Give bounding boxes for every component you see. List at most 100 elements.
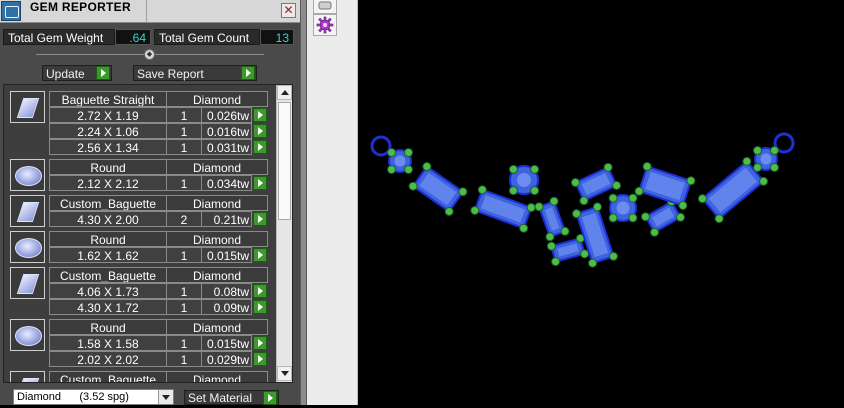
prong [612,180,622,190]
gem-size-cell: 2.56 X 1.34 [49,139,167,155]
gem-weight-cell: 0.016tw [201,123,252,139]
vertical-scrollbar[interactable] [276,85,292,382]
select-gem-arrow-icon[interactable] [253,336,267,350]
scroll-down-arrow-icon[interactable] [277,366,292,381]
set-material-arrow-icon [263,391,277,405]
select-gem-arrow-icon[interactable] [253,352,267,366]
gem-reporter-app-icon [1,1,21,21]
select-gem-arrow-icon[interactable] [253,124,267,138]
prong [422,162,432,172]
gem-weight-cell: 0.21tw [201,211,252,227]
gem-qty-cell: 1 [166,175,202,191]
prong [603,162,613,172]
material-select[interactable]: Diamond (3.52 spg) [13,389,174,405]
prong [545,232,555,242]
gem-size-cell: 1.62 X 1.62 [49,247,167,263]
gem-settings-button[interactable] [313,14,337,36]
prong [769,146,779,156]
gem-qty-cell: 1 [166,107,202,123]
prong [608,213,618,223]
select-gem-arrow-icon[interactable] [253,212,267,226]
prong [641,212,651,222]
gem-material-header: Diamond [166,91,268,107]
total-gem-count-label: Total Gem Count [154,29,260,45]
prong [697,194,707,204]
prong [549,196,559,206]
prong [534,202,544,212]
gem-weight-cell: 0.08tw [201,283,252,299]
gem-shape-header: Round [49,319,167,335]
update-button[interactable]: Update [42,65,112,81]
gem-size-cell: 1.58 X 1.58 [49,335,167,351]
gem-list: Baguette Straight Diamond 2.72 X 1.19 1 0.02… [3,84,293,383]
necklace-model[interactable] [358,0,844,405]
gem-shape-header: Custom_Baguette [49,267,167,283]
panel-title: GEM REPORTER [30,0,131,14]
material-select-value: Diamond (3.52 spg) [17,391,129,403]
gem-material-header: Diamond [166,231,268,247]
chevron-down-icon[interactable] [158,390,173,404]
round-gem-table [616,201,630,215]
prong [753,162,763,172]
gem-material-header: Diamond [166,195,268,211]
set-material-label: Set Material [188,391,253,405]
prong [470,205,480,215]
scrollbar-thumb[interactable] [278,102,291,220]
gem-material-header: Diamond [166,371,268,382]
gem-shape-header: Round [49,231,167,247]
gem-weight-cell: 0.015tw [201,247,252,263]
prong [408,181,418,191]
select-gem-arrow-icon[interactable] [253,108,267,122]
save-report-button[interactable]: Save Report [133,65,257,81]
prong [551,257,561,267]
prong [387,164,397,174]
gem-thumbnail [10,159,45,191]
render-settings-icon [318,1,332,10]
gem-thumbnail [10,195,45,227]
baguette-gem-icon [16,98,40,118]
gem-weight-cell: 0.09tw [201,299,252,315]
prong [608,193,618,203]
save-report-label: Save Report [137,67,204,81]
baguette-gem-icon [16,378,40,382]
gem-qty-cell: 1 [166,247,202,263]
panel-divider[interactable] [300,0,307,405]
gem-qty-cell: 1 [166,139,202,155]
prong [560,226,570,236]
select-gem-arrow-icon[interactable] [253,300,267,314]
toolstrip [307,0,358,405]
splitter-handle[interactable]: ◆ [144,49,155,60]
gem-qty-cell: 1 [166,351,202,367]
prong [519,223,529,233]
gem-reporter-panel: GEM REPORTER ✕ Total Gem Weight .64 Tota… [0,0,300,405]
gem-size-cell: 2.12 X 2.12 [49,175,167,191]
scroll-up-arrow-icon[interactable] [277,85,292,100]
select-gem-arrow-icon[interactable] [253,284,267,298]
gem-size-cell: 4.30 X 2.00 [49,211,167,227]
select-gem-arrow-icon[interactable] [253,140,267,154]
prong [588,258,598,268]
round-gem-icon [15,238,42,258]
set-material-button[interactable]: Set Material [184,390,279,405]
gem-thumbnail [10,267,45,299]
render-settings-button[interactable] [313,0,337,14]
title-bar[interactable]: GEM REPORTER ✕ [0,0,300,23]
gem-thumbnail [10,91,45,123]
gem-thumbnail [10,371,45,382]
gem-shape-header: Custom_Baguette [49,195,167,211]
prong [508,186,518,196]
prong [444,206,454,216]
select-gem-arrow-icon[interactable] [253,248,267,262]
select-gem-arrow-icon[interactable] [253,176,267,190]
gem-weight-cell: 0.029tw [201,351,252,367]
baguette-gem-icon [16,202,40,222]
gem-material-header: Diamond [166,319,268,335]
gem-qty-cell: 1 [166,335,202,351]
3d-viewport[interactable] [358,0,844,405]
gem-qty-cell: 1 [166,123,202,139]
prong [686,176,696,186]
save-report-arrow-icon [241,66,255,80]
close-button[interactable]: ✕ [281,3,296,18]
gem-qty-cell: 2 [166,211,202,227]
gem-weight-cell: 0.026tw [201,107,252,123]
